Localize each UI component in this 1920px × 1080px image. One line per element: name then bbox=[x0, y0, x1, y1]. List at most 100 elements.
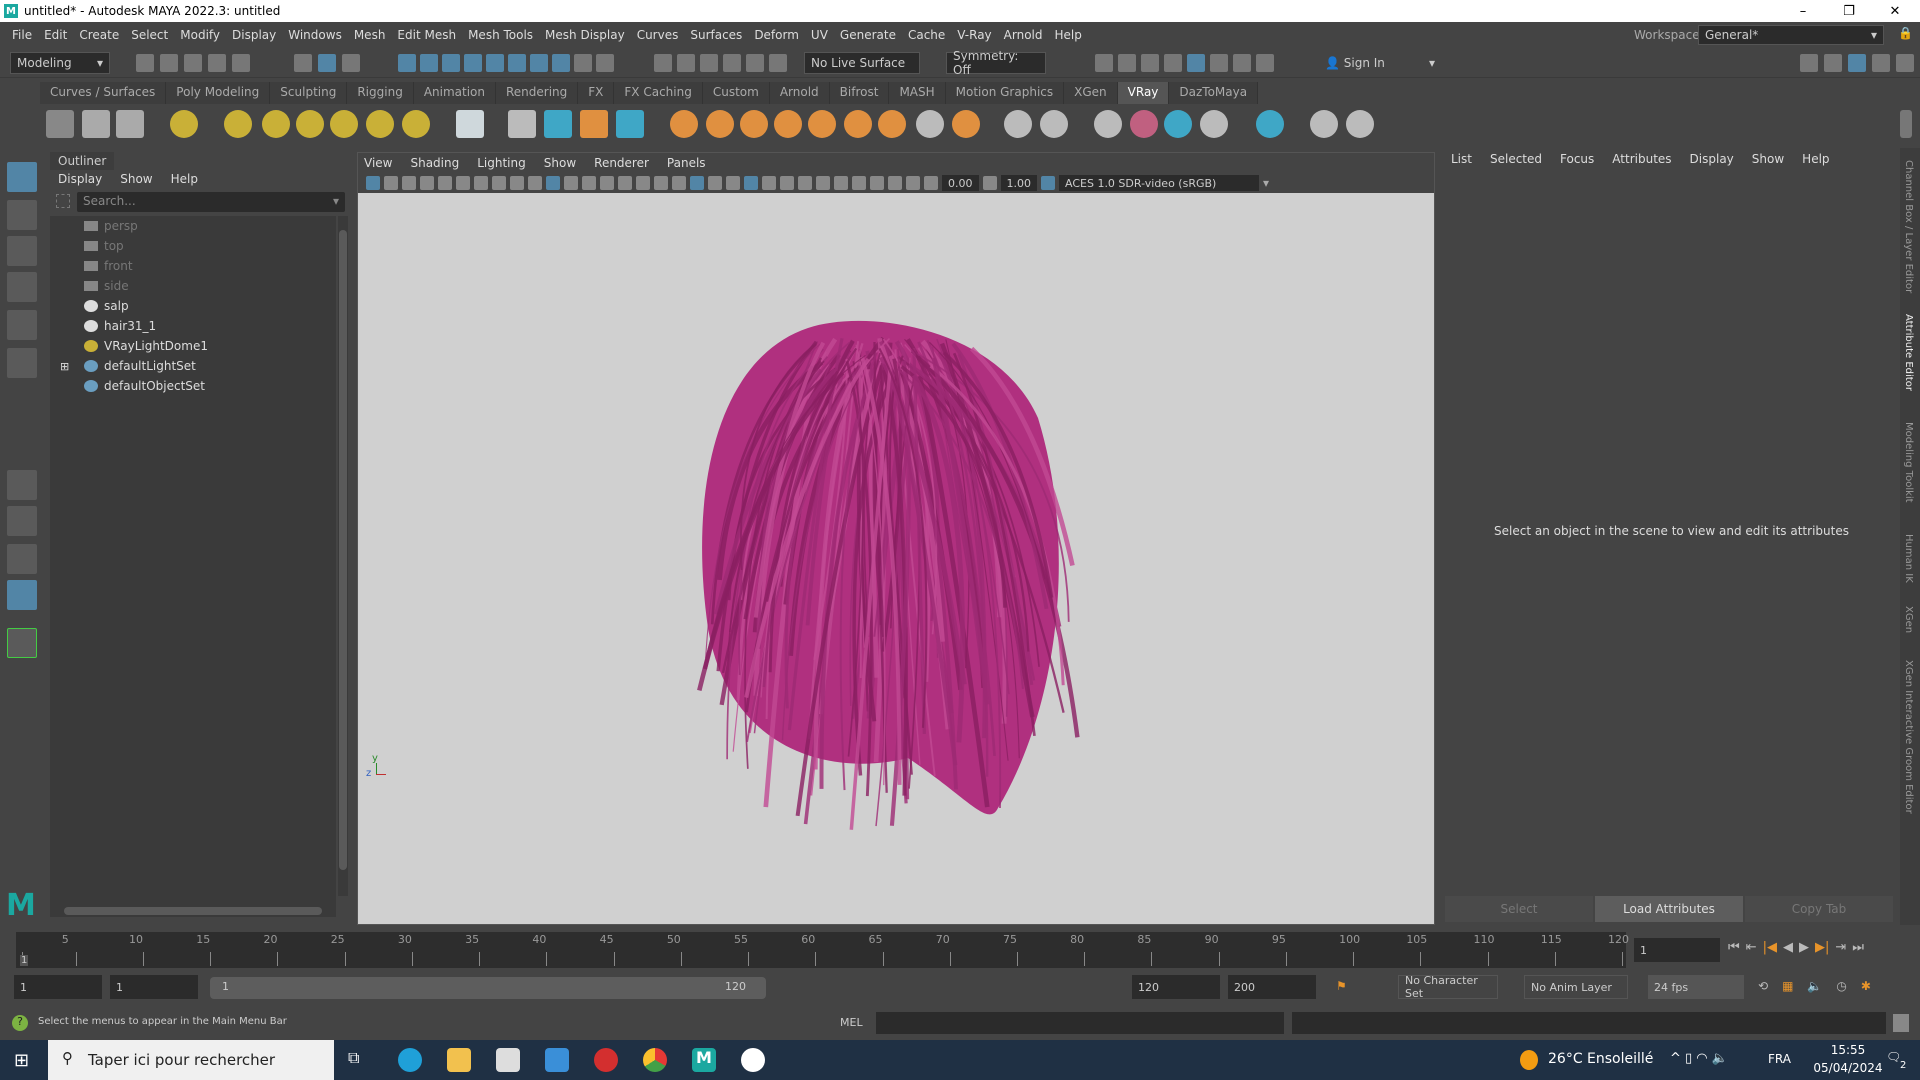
vray-settings-icon[interactable] bbox=[46, 110, 74, 138]
chrome-icon[interactable] bbox=[643, 1048, 667, 1072]
menu-select[interactable]: Select bbox=[131, 28, 168, 42]
shelf-tab-xgen[interactable]: XGen bbox=[1064, 82, 1118, 104]
outliner-menu-help[interactable]: Help bbox=[171, 172, 198, 186]
clock-date[interactable]: 05/04/2024 bbox=[1808, 1061, 1888, 1075]
side-tab-xgen[interactable]: XGen bbox=[1903, 606, 1914, 633]
vray-gear-icon[interactable] bbox=[952, 110, 980, 138]
outliner-item-hair31-1[interactable]: hair31_1 bbox=[50, 316, 336, 336]
vray-displacement-icon[interactable] bbox=[916, 110, 944, 138]
clock-time[interactable]: 15:55 bbox=[1818, 1043, 1878, 1057]
outliner-menu-show[interactable]: Show bbox=[120, 172, 152, 186]
side-tab-xgen-interactive-groom-editor[interactable]: XGen Interactive Groom Editor bbox=[1903, 660, 1914, 814]
select-hierarchy-icon[interactable] bbox=[294, 54, 312, 72]
outliner-item-front[interactable]: front bbox=[50, 256, 336, 276]
select-camera-icon[interactable] bbox=[366, 176, 380, 190]
help-icon[interactable] bbox=[552, 54, 570, 72]
vray-shape-icon[interactable] bbox=[1004, 110, 1032, 138]
script-editor-icon[interactable] bbox=[1893, 1014, 1909, 1032]
outliner-search-input[interactable]: Search... ▾ bbox=[77, 192, 345, 212]
output-ops-icon[interactable] bbox=[723, 54, 741, 72]
gate-mask-icon[interactable] bbox=[600, 176, 614, 190]
vray-swatch-icon[interactable] bbox=[1040, 110, 1068, 138]
step-forward-key-icon[interactable]: ⇥ bbox=[1835, 940, 1846, 955]
light-editor-icon[interactable] bbox=[1233, 54, 1251, 72]
open-scene-icon[interactable] bbox=[160, 54, 178, 72]
notifications-icon[interactable]: 🗨 bbox=[1886, 1050, 1901, 1064]
gamma-field[interactable]: 1.00 bbox=[1000, 175, 1037, 191]
task-view-icon[interactable]: ⧉ bbox=[348, 1048, 372, 1072]
vray-proxy-icon[interactable] bbox=[508, 110, 536, 138]
time-slider-bar[interactable]: 5 10 15 20 25 30 35 40 45 50 55 60 65 70 75 80 85 90 95 100… bbox=[16, 932, 1629, 968]
play-forward-icon[interactable]: ▶ bbox=[1799, 940, 1809, 955]
snap-pivot-icon[interactable] bbox=[508, 54, 526, 72]
render-settings-icon[interactable] bbox=[1164, 54, 1182, 72]
menu-mesh-display[interactable]: Mesh Display bbox=[545, 28, 625, 42]
input-ops-icon[interactable] bbox=[700, 54, 718, 72]
menu-display[interactable]: Display bbox=[232, 28, 276, 42]
menu-edit[interactable]: Edit bbox=[44, 28, 67, 42]
refresh-icon[interactable] bbox=[769, 54, 787, 72]
lock-icon[interactable]: 🔒 bbox=[1898, 26, 1913, 40]
vray-frame-buffer-icon[interactable] bbox=[82, 110, 110, 138]
shelf-tab-custom[interactable]: Custom bbox=[702, 82, 770, 104]
menu-deform[interactable]: Deform bbox=[754, 28, 799, 42]
shelf-tab-rendering[interactable]: Rendering bbox=[496, 82, 579, 104]
side-tab-attribute-editor[interactable]: Attribute Editor bbox=[1903, 314, 1914, 391]
windows-start-icon[interactable]: ⊞ bbox=[14, 1050, 29, 1071]
menu-help[interactable]: Help bbox=[1055, 28, 1082, 42]
shelf-tab-rigging[interactable]: Rigging bbox=[347, 82, 414, 104]
workspace-select[interactable]: General* ▾ bbox=[1698, 25, 1884, 45]
attribute-menu-show[interactable]: Show bbox=[1752, 152, 1784, 166]
outliner-horizontal-scrollbar[interactable] bbox=[50, 905, 336, 917]
attribute-menu-attributes[interactable]: Attributes bbox=[1612, 152, 1671, 166]
shadows-icon[interactable] bbox=[762, 176, 776, 190]
outliner-item-side[interactable]: side bbox=[50, 276, 336, 296]
smooth-shade-icon[interactable] bbox=[690, 176, 704, 190]
vray-region-icon[interactable] bbox=[1256, 110, 1284, 138]
vray-ies-light-icon[interactable] bbox=[366, 110, 394, 138]
motion-blur-icon[interactable] bbox=[798, 176, 812, 190]
taskbar-search-input[interactable]: ⚲ Taper ici pour rechercher bbox=[48, 1040, 334, 1080]
side-tab-modeling-toolkit[interactable]: Modeling Toolkit bbox=[1903, 422, 1914, 503]
safe-title-icon[interactable] bbox=[654, 176, 668, 190]
input-language[interactable]: FRA bbox=[1768, 1052, 1791, 1066]
attribute-menu-display[interactable]: Display bbox=[1690, 152, 1734, 166]
steam-icon[interactable] bbox=[741, 1048, 765, 1072]
step-forward-frame-icon[interactable]: ▶| bbox=[1815, 940, 1829, 955]
outliner-item-salp[interactable]: salp bbox=[50, 296, 336, 316]
vray-decal-icon[interactable] bbox=[774, 110, 802, 138]
expand-icon[interactable]: ⊞ bbox=[60, 360, 69, 373]
opera-icon[interactable] bbox=[594, 1048, 618, 1072]
menu-windows[interactable]: Windows bbox=[288, 28, 342, 42]
maximize-button[interactable]: ❐ bbox=[1826, 0, 1872, 22]
exposure-field[interactable]: 0.00 bbox=[942, 175, 979, 191]
viewport-menu-shading[interactable]: Shading bbox=[410, 156, 459, 170]
attribute-menu-selected[interactable]: Selected bbox=[1490, 152, 1542, 166]
ipr-render-icon[interactable] bbox=[1141, 54, 1159, 72]
menu-uv[interactable]: UV bbox=[811, 28, 828, 42]
outliner-item-persp[interactable]: persp bbox=[50, 216, 336, 236]
fps-select[interactable]: 24 fps bbox=[1648, 975, 1744, 999]
pan-icon[interactable] bbox=[510, 176, 524, 190]
select-object-icon[interactable] bbox=[318, 54, 336, 72]
attribute-menu-help[interactable]: Help bbox=[1802, 152, 1829, 166]
select-button[interactable]: Select bbox=[1445, 896, 1593, 922]
two-d-pan-zoom-icon[interactable] bbox=[438, 176, 452, 190]
range-slider-bar[interactable]: 1 120 bbox=[210, 977, 766, 999]
outliner-item-vraylightdome1[interactable]: VRayLightDome1 bbox=[50, 336, 336, 356]
vray-mtl-icon[interactable] bbox=[808, 110, 836, 138]
wireframe-on-shaded-icon[interactable] bbox=[708, 176, 722, 190]
draw-icon[interactable] bbox=[492, 176, 506, 190]
color-management-icon[interactable] bbox=[1041, 176, 1055, 190]
vray-multi-icon[interactable] bbox=[1164, 110, 1192, 138]
snap-curve-icon[interactable] bbox=[420, 54, 438, 72]
menu-generate[interactable]: Generate bbox=[840, 28, 896, 42]
outliner-item-defaultobjectset[interactable]: defaultObjectSet bbox=[50, 376, 336, 396]
xray-joints-icon[interactable] bbox=[888, 176, 902, 190]
go-to-start-icon[interactable]: ⏮ bbox=[1728, 940, 1740, 955]
vray-logo-icon[interactable] bbox=[1346, 110, 1374, 138]
undo-icon[interactable] bbox=[208, 54, 226, 72]
sign-in-button[interactable]: 👤 Sign In ▾ bbox=[1318, 52, 1442, 74]
weather-text[interactable]: 26°C Ensoleillé bbox=[1548, 1051, 1653, 1067]
end-time-field[interactable]: 120 bbox=[1132, 975, 1220, 999]
